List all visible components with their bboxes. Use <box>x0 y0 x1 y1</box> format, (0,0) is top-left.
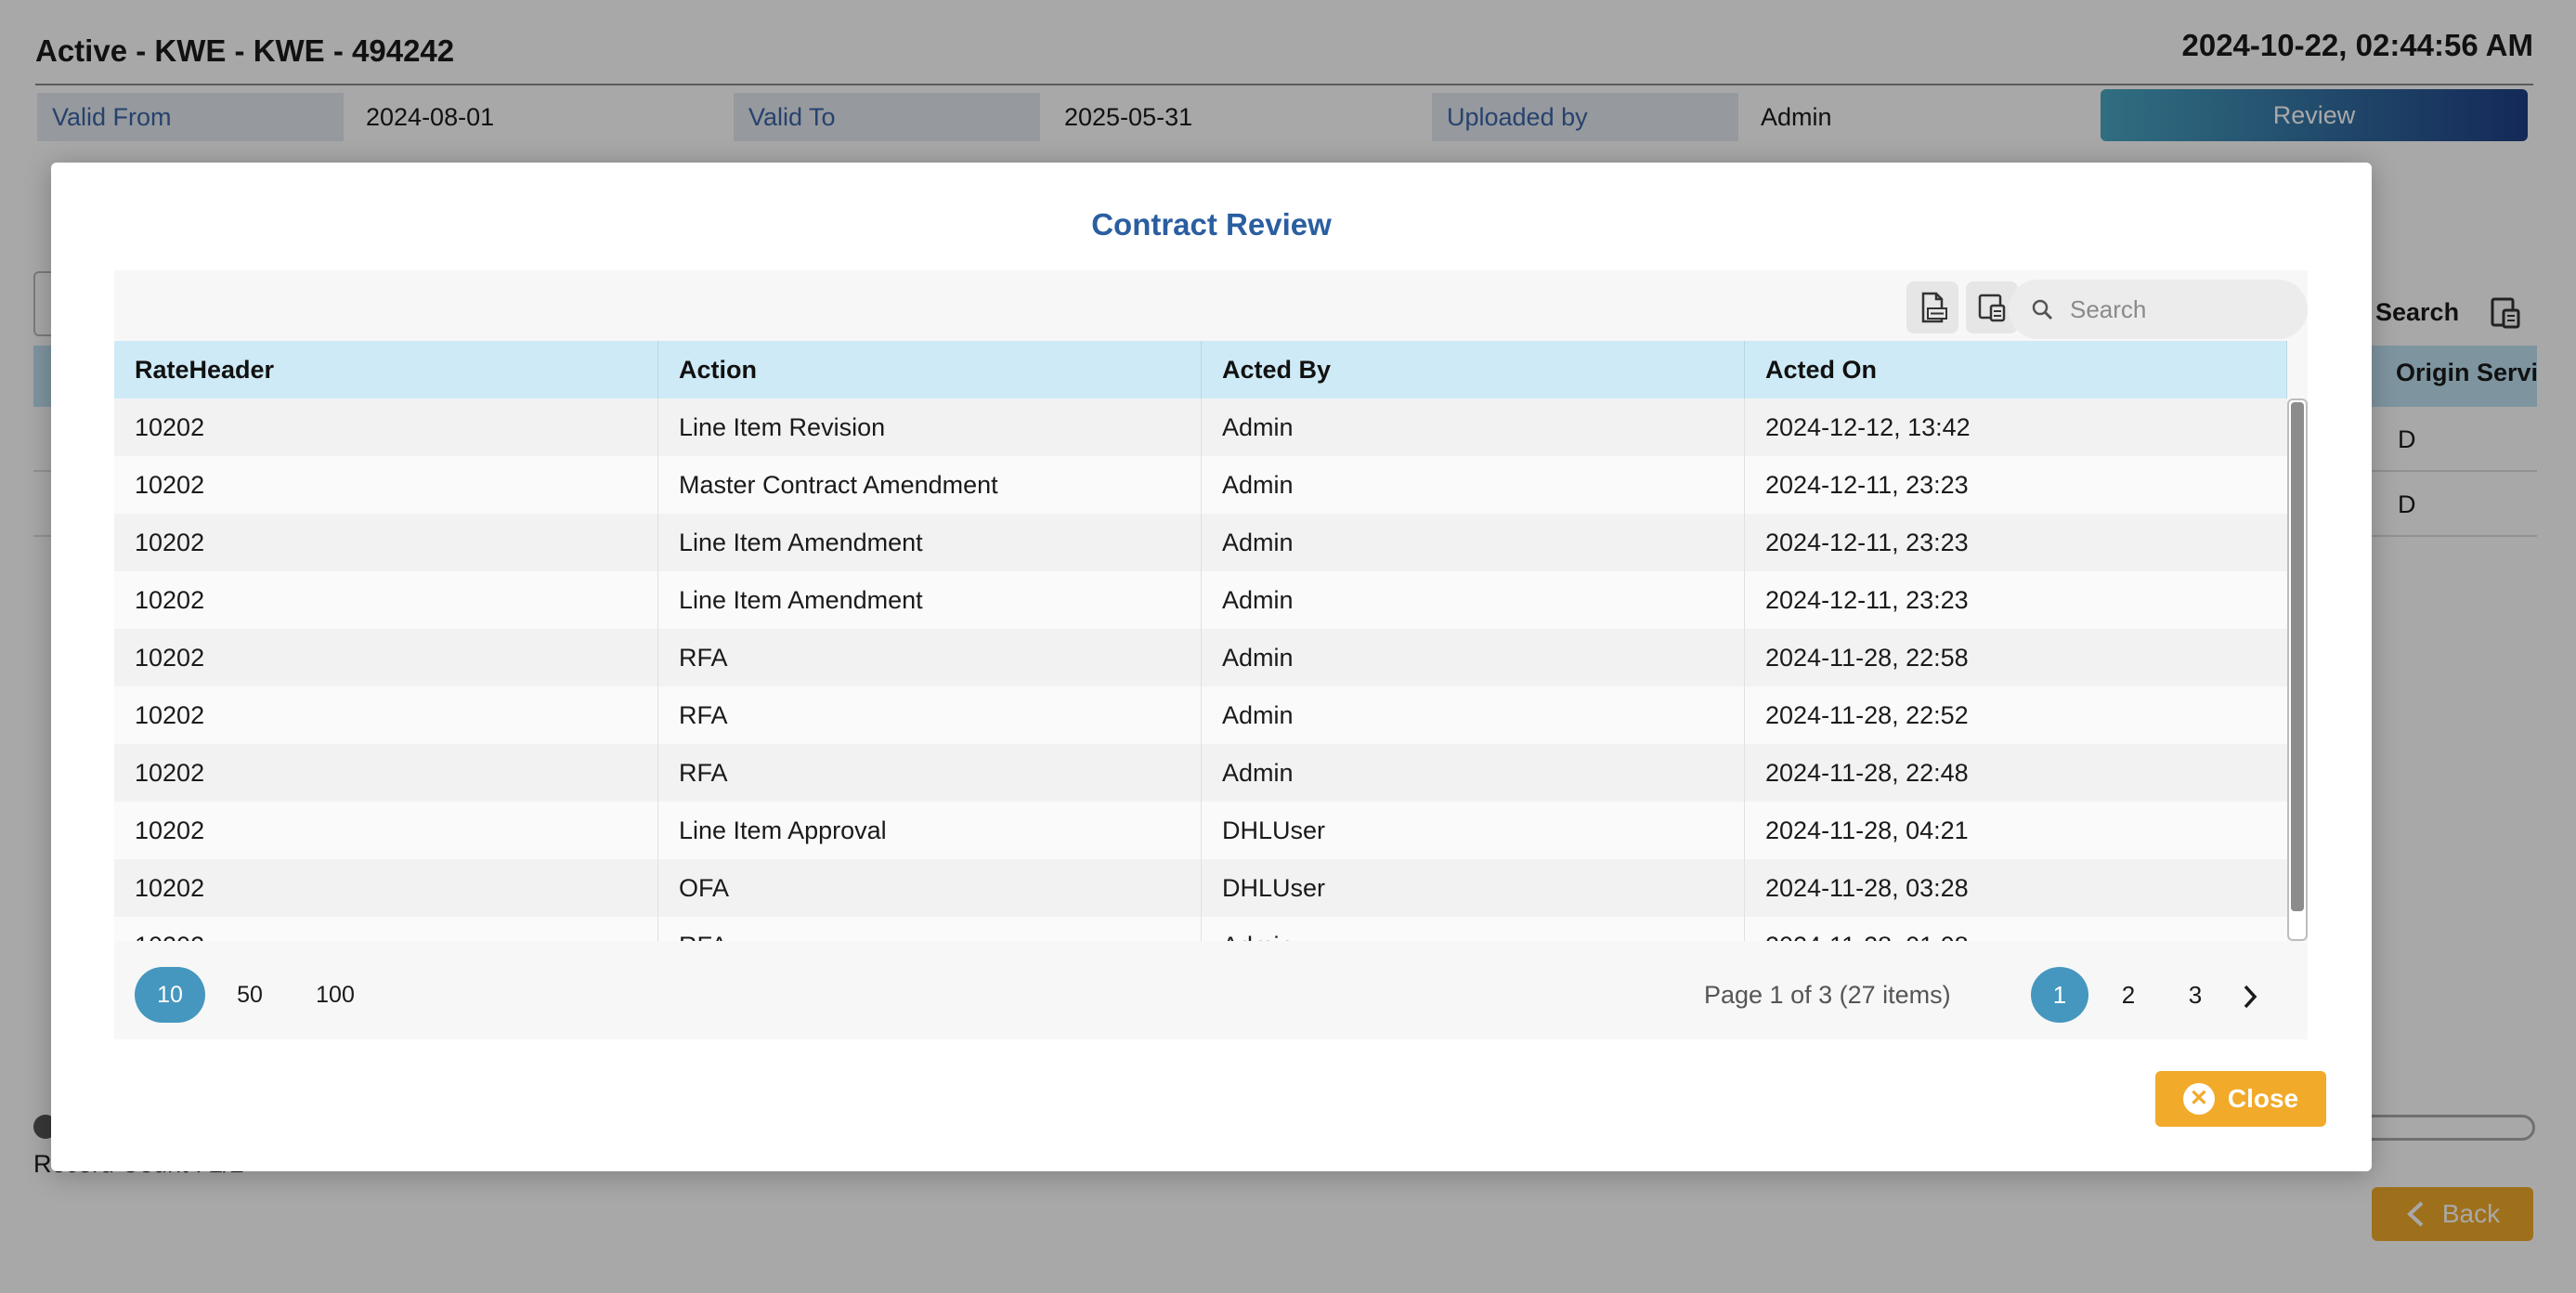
table-row[interactable]: 10202 RFA Admin 2024-11-28, 22:58 <box>114 629 2287 686</box>
cell-acted-by: DHLUser <box>1202 859 1745 917</box>
contract-review-modal: Contract Review RateHeader Action Acted … <box>51 163 2372 1171</box>
cell-acted-on: 2024-11-28, 04:21 <box>1765 816 1969 844</box>
table-row[interactable]: 10202 Line Item Revision Admin 2024-12-12, … <box>114 398 2287 456</box>
cell-acted-by: Admin <box>1202 514 1745 571</box>
cell-rateheader: 10202 <box>114 456 658 514</box>
cell-action: OFA <box>658 859 1202 917</box>
table-row[interactable]: 10202RFAAdmin2024-11-28, 01:08 <box>114 917 2287 941</box>
search-input[interactable] <box>2070 294 2293 324</box>
review-grid: RateHeader Action Acted By Acted On 1020… <box>114 270 2308 1039</box>
table-row[interactable]: 10202 Line Item Amendment Admin 2024-12-11,… <box>114 571 2287 629</box>
cell-action: RFA <box>658 744 1202 802</box>
cell-acted-by: Admin <box>1202 744 1745 802</box>
search-icon <box>2032 299 2053 320</box>
table-row[interactable]: 10202 OFA DHLUser 2024-11-28, 03:28 <box>114 859 2287 917</box>
grid-pager: 10 50 100 Page 1 of 3 (27 items) 1 2 3 <box>114 941 2308 1039</box>
cell-acted-by: Admin <box>1202 571 1745 629</box>
cell-rateheader: 10202 <box>114 629 658 686</box>
page-size-100[interactable]: 100 <box>300 967 371 1023</box>
table-row[interactable]: 10202 RFA Admin 2024-11-28, 22:52 <box>114 686 2287 744</box>
table-row[interactable]: 10202 Line Item Approval DHLUser 2024-11-28… <box>114 802 2287 859</box>
grid-header-row: RateHeader Action Acted By Acted On <box>114 341 2287 398</box>
grid-body: 10202 Line Item Revision Admin 2024-12-12, … <box>114 398 2287 941</box>
cell-rateheader: 10202 <box>114 686 658 744</box>
page-size-50[interactable]: 50 <box>215 967 285 1023</box>
cell-rateheader: 10202 <box>114 802 658 859</box>
cell-acted-by: Admin <box>1202 629 1745 686</box>
cell-action: RFA <box>658 917 1202 941</box>
cell-rateheader: 10202 <box>114 859 658 917</box>
close-button[interactable]: ✕ Close <box>2155 1071 2326 1127</box>
cell-acted-by: Admin <box>1202 917 1745 941</box>
cell-acted-on: 2024-11-28, 01:08 <box>1745 917 2287 941</box>
grid-vertical-scrollbar[interactable] <box>2287 398 2308 941</box>
cell-acted-on: 2024-11-28, 22:48 <box>1765 759 1969 787</box>
export-pdf-icon[interactable] <box>1906 281 1958 333</box>
cell-rateheader: 10202 <box>114 744 658 802</box>
cell-action: Line Item Amendment <box>658 514 1202 571</box>
cell-acted-by: Admin <box>1202 398 1745 456</box>
cell-action: Master Contract Amendment <box>658 456 1202 514</box>
page-size-10[interactable]: 10 <box>135 967 205 1023</box>
cell-action: Line Item Revision <box>658 398 1202 456</box>
page-button-2[interactable]: 2 <box>2100 967 2157 1023</box>
cell-action: RFA <box>658 686 1202 744</box>
page-info: Page 1 of 3 (27 items) <box>1704 981 1951 1009</box>
close-label: Close <box>2227 1084 2299 1113</box>
cell-rateheader: 10202 <box>114 571 658 629</box>
table-row[interactable]: 10202 Master Contract Amendment Admin 2024-… <box>114 456 2287 514</box>
cell-rateheader: 10202 <box>114 514 658 571</box>
next-page-chevron-right-icon[interactable] <box>2231 967 2269 1023</box>
column-header-action[interactable]: Action <box>658 341 1202 398</box>
cell-acted-by: Admin <box>1202 686 1745 744</box>
page-button-1[interactable]: 1 <box>2031 967 2088 1023</box>
cell-acted-on: 2024-11-28, 22:52 <box>1765 701 1969 729</box>
cell-acted-on: 2024-12-12, 13:42 <box>1765 413 1971 441</box>
cell-acted-on: 2024-11-28, 22:58 <box>1765 644 1969 672</box>
cell-acted-on: 2024-12-11, 23:23 <box>1765 586 1969 614</box>
page-button-3[interactable]: 3 <box>2166 967 2224 1023</box>
cell-action: Line Item Amendment <box>658 571 1202 629</box>
grid-scrollbar-thumb[interactable] <box>2291 402 2304 911</box>
cell-action: Line Item Approval <box>658 802 1202 859</box>
cell-acted-on: 2024-11-28, 03:28 <box>1765 874 1969 902</box>
modal-title: Contract Review <box>1091 207 1332 242</box>
cell-action: RFA <box>658 629 1202 686</box>
cell-acted-on: 2024-12-11, 23:23 <box>1765 471 1969 499</box>
grid-toolbar <box>114 270 2308 341</box>
table-row[interactable]: 10202 RFA Admin 2024-11-28, 22:48 <box>114 744 2287 802</box>
close-circle-icon: ✕ <box>2182 1083 2215 1115</box>
cell-rateheader: 10202 <box>114 917 658 941</box>
cell-acted-by: DHLUser <box>1202 802 1745 859</box>
cell-acted-by: Admin <box>1202 456 1745 514</box>
grid-search-box[interactable] <box>2009 280 2308 339</box>
table-row[interactable]: 10202 Line Item Amendment Admin 2024-12-11,… <box>114 514 2287 571</box>
column-header-acted-by[interactable]: Acted By <box>1202 341 1745 398</box>
column-header-acted-on[interactable]: Acted On <box>1745 341 2287 398</box>
column-header-rateheader[interactable]: RateHeader <box>114 341 658 398</box>
cell-rateheader: 10202 <box>114 398 658 456</box>
cell-acted-on: 2024-12-11, 23:23 <box>1765 529 1969 556</box>
